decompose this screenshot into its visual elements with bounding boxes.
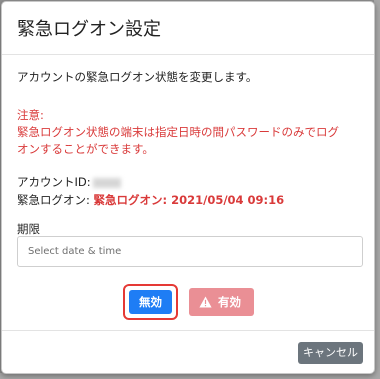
warning-icon [199,296,212,308]
notice-block: 注意: 緊急ログオン状態の端末は指定日時の間パスワードのみでログ オンすることが… [17,107,367,158]
dialog-title: 緊急ログオン設定 [17,19,161,40]
notice-line-1: 緊急ログオン状態の端末は指定日時の間パスワードのみでログ [17,125,339,139]
deadline-label: 期限 [17,222,40,236]
account-id-label: アカウントID: [17,175,91,189]
disable-button-highlight: 無効 [123,284,178,320]
dialog-footer: キャンセル [2,330,374,373]
account-id-redacted [92,177,121,188]
deadline-datetime-input[interactable] [17,236,363,267]
disable-button[interactable]: 無効 [129,290,172,314]
dialog-body: アカウントの緊急ログオン状態を変更します。 注意: 緊急ログオン状態の端末は指定… [2,55,374,330]
dialog-header: 緊急ログオン設定 [2,2,374,55]
notice-heading: 注意: [17,108,44,122]
cancel-button[interactable]: キャンセル [298,342,363,364]
account-info: アカウントID: 緊急ログオン: 緊急ログオン: 2021/05/04 09:1… [17,173,284,209]
emergency-logon-dialog: 緊急ログオン設定 アカウントの緊急ログオン状態を変更します。 注意: 緊急ログオ… [1,1,375,374]
enable-button-label: 有効 [218,295,241,309]
enable-button[interactable]: 有効 [189,288,254,316]
status-row: 緊急ログオン: 緊急ログオン: 2021/05/04 09:16 [17,191,284,209]
account-id-row: アカウントID: [17,173,284,191]
status-label: 緊急ログオン: [17,193,90,207]
notice-line-2: オンすることができます。 [17,142,154,156]
status-value: 緊急ログオン: 2021/05/04 09:16 [93,193,285,207]
intro-text: アカウントの緊急ログオン状態を変更します。 [17,70,258,84]
